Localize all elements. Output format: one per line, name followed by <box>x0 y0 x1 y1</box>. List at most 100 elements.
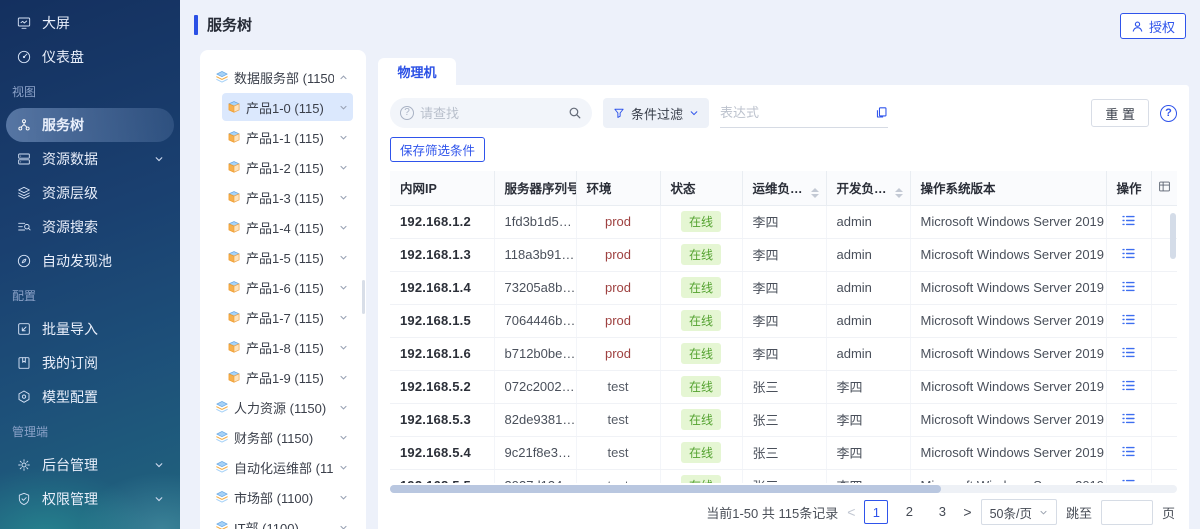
jump-to-input[interactable] <box>1101 500 1153 525</box>
chevron-down-icon[interactable] <box>339 493 348 502</box>
sidebar-item-permission-admin[interactable]: 权限管理 <box>6 482 174 516</box>
page-button-1[interactable]: 1 <box>864 500 888 524</box>
row-actions-icon[interactable] <box>1121 213 1136 228</box>
tree-item-inner[interactable]: 产品1-1 (115) <box>222 123 353 151</box>
chevron-down-icon[interactable] <box>339 133 348 142</box>
tree-item-inner[interactable]: 人力资源 (1150) <box>210 393 353 421</box>
search-box[interactable]: ? <box>390 98 592 128</box>
sidebar-item-dashboard[interactable]: 仪表盘 <box>6 40 174 74</box>
col-header-dev-owner[interactable]: 开发负… <box>826 171 910 205</box>
sidebar-item-model-config[interactable]: 模型配置 <box>6 380 174 414</box>
table-row[interactable]: 192.168.1.3118a3b91…prod在线李四adminMicroso… <box>390 238 1177 271</box>
sidebar-item-resource-data[interactable]: 资源数据 <box>6 142 174 176</box>
chevron-down-icon[interactable] <box>339 523 348 529</box>
next-page-button[interactable]: > <box>963 504 971 520</box>
horizontal-scrollbar[interactable] <box>390 485 1177 493</box>
copy-icon[interactable] <box>875 106 888 119</box>
tree-item-inner[interactable]: 自动化运维部 (1150) <box>210 453 353 481</box>
col-header-os[interactable]: 操作系统版本 <box>910 171 1106 205</box>
sidebar-item-big-screen[interactable]: 大屏 <box>6 6 174 40</box>
col-header-serial[interactable]: 服务器序列号 <box>494 171 576 205</box>
tree-item-inner[interactable]: 产品1-2 (115) <box>222 153 353 181</box>
sidebar-item-resource-hierarchy[interactable]: 资源层级 <box>6 176 174 210</box>
table-row[interactable]: 192.168.1.6b712b0be…prod在线李四adminMicroso… <box>390 337 1177 370</box>
tree-scrollbar[interactable] <box>362 280 365 314</box>
tree-item-inner[interactable]: 产品1-5 (115) <box>222 243 353 271</box>
sidebar-item-service-tree[interactable]: 服务树 <box>6 108 174 142</box>
sort-icon[interactable] <box>895 188 903 198</box>
chevron-down-icon[interactable] <box>339 223 348 232</box>
sidebar-item-resource-search[interactable]: 资源搜索 <box>6 210 174 244</box>
tree-item[interactable]: IT部 (1100) <box>200 512 366 529</box>
chevron-down-icon[interactable] <box>339 343 348 352</box>
chevron-down-icon[interactable] <box>339 163 348 172</box>
condition-filter-dropdown[interactable]: 条件过滤 <box>603 98 709 128</box>
tree-item[interactable]: 产品1-0 (115) <box>200 92 366 122</box>
sidebar-item-batch-import[interactable]: 批量导入 <box>6 312 174 346</box>
row-actions-icon[interactable] <box>1121 477 1136 484</box>
tree-item-inner[interactable]: 市场部 (1100) <box>210 483 353 511</box>
chevron-down-icon[interactable] <box>339 193 348 202</box>
tree-item-inner[interactable]: 财务部 (1150) <box>210 423 353 451</box>
chevron-down-icon[interactable] <box>339 433 348 442</box>
tree-item[interactable]: 产品1-1 (115) <box>200 122 366 152</box>
sidebar-item-backend-admin[interactable]: 后台管理 <box>6 448 174 482</box>
page-size-select[interactable]: 50条/页 <box>981 499 1057 525</box>
tree-item[interactable]: 市场部 (1100) <box>200 482 366 512</box>
chevron-down-icon[interactable] <box>339 463 348 472</box>
tree-item-inner[interactable]: IT部 (1100) <box>210 513 353 529</box>
tree-item[interactable]: 自动化运维部 (1150) <box>200 452 366 482</box>
page-button-3[interactable]: 3 <box>930 500 954 524</box>
save-filter-button[interactable]: 保存筛选条件 <box>390 137 485 162</box>
tree-item[interactable]: 产品1-7 (115) <box>200 302 366 332</box>
tree-item[interactable]: 产品1-3 (115) <box>200 182 366 212</box>
table-row[interactable]: 192.168.5.382de9381…test在线张三李四Microsoft … <box>390 403 1177 436</box>
chevron-up-icon[interactable] <box>339 73 348 82</box>
row-actions-icon[interactable] <box>1121 246 1136 261</box>
chevron-down-icon[interactable] <box>339 103 348 112</box>
table-row[interactable]: 192.168.5.53927d134…test在线张三李四Microsoft … <box>390 469 1177 483</box>
chevron-down-icon[interactable] <box>339 313 348 322</box>
col-header-settings[interactable] <box>1151 171 1177 205</box>
row-actions-icon[interactable] <box>1121 444 1136 459</box>
authorize-button[interactable]: 授权 <box>1120 13 1186 39</box>
search-input[interactable] <box>420 106 562 121</box>
tree-item-inner[interactable]: 产品1-6 (115) <box>222 273 353 301</box>
table-row[interactable]: 192.168.1.473205a8b…prod在线李四adminMicroso… <box>390 271 1177 304</box>
col-header-env[interactable]: 环境 <box>576 171 660 205</box>
help-icon[interactable]: ? <box>1160 105 1177 122</box>
tab-physical-machine[interactable]: 物理机 <box>378 58 456 85</box>
prev-page-button[interactable]: < <box>847 504 855 520</box>
tree-item[interactable]: 数据服务部 (1150) <box>200 62 366 92</box>
tree-item-inner[interactable]: 产品1-3 (115) <box>222 183 353 211</box>
tree-item-inner[interactable]: 产品1-7 (115) <box>222 303 353 331</box>
table-row[interactable]: 192.168.5.49c21f8e3…test在线张三李四Microsoft … <box>390 436 1177 469</box>
sidebar-item-auto-discovery-pool[interactable]: 自动发现池 <box>6 244 174 278</box>
row-actions-icon[interactable] <box>1121 345 1136 360</box>
tree-item[interactable]: 人力资源 (1150) <box>200 392 366 422</box>
tree-item-inner[interactable]: 数据服务部 (1150) <box>210 63 353 91</box>
tree-item[interactable]: 财务部 (1150) <box>200 422 366 452</box>
tree-item-inner[interactable]: 产品1-0 (115) <box>222 93 353 121</box>
row-actions-icon[interactable] <box>1121 411 1136 426</box>
expression-input[interactable] <box>720 105 875 120</box>
tree-item[interactable]: 产品1-2 (115) <box>200 152 366 182</box>
horizontal-scrollbar-thumb[interactable] <box>390 485 941 493</box>
page-button-2[interactable]: 2 <box>897 500 921 524</box>
vertical-scrollbar[interactable] <box>1170 213 1176 259</box>
col-header-status[interactable]: 状态 <box>660 171 742 205</box>
sidebar-item-my-subscriptions[interactable]: 我的订阅 <box>6 346 174 380</box>
table-row[interactable]: 192.168.1.21fd3b1d5…prod在线李四adminMicroso… <box>390 205 1177 238</box>
chevron-down-icon[interactable] <box>339 403 348 412</box>
reset-button[interactable]: 重 置 <box>1091 99 1149 127</box>
chevron-down-icon[interactable] <box>339 373 348 382</box>
row-actions-icon[interactable] <box>1121 279 1136 294</box>
col-header-ops-owner[interactable]: 运维负… <box>742 171 826 205</box>
tree-item[interactable]: 产品1-4 (115) <box>200 212 366 242</box>
column-settings-icon[interactable] <box>1158 180 1171 193</box>
sort-icon[interactable] <box>811 188 819 198</box>
tree-item-inner[interactable]: 产品1-8 (115) <box>222 333 353 361</box>
chevron-down-icon[interactable] <box>339 253 348 262</box>
search-icon[interactable] <box>568 106 582 120</box>
tree-item-inner[interactable]: 产品1-4 (115) <box>222 213 353 241</box>
